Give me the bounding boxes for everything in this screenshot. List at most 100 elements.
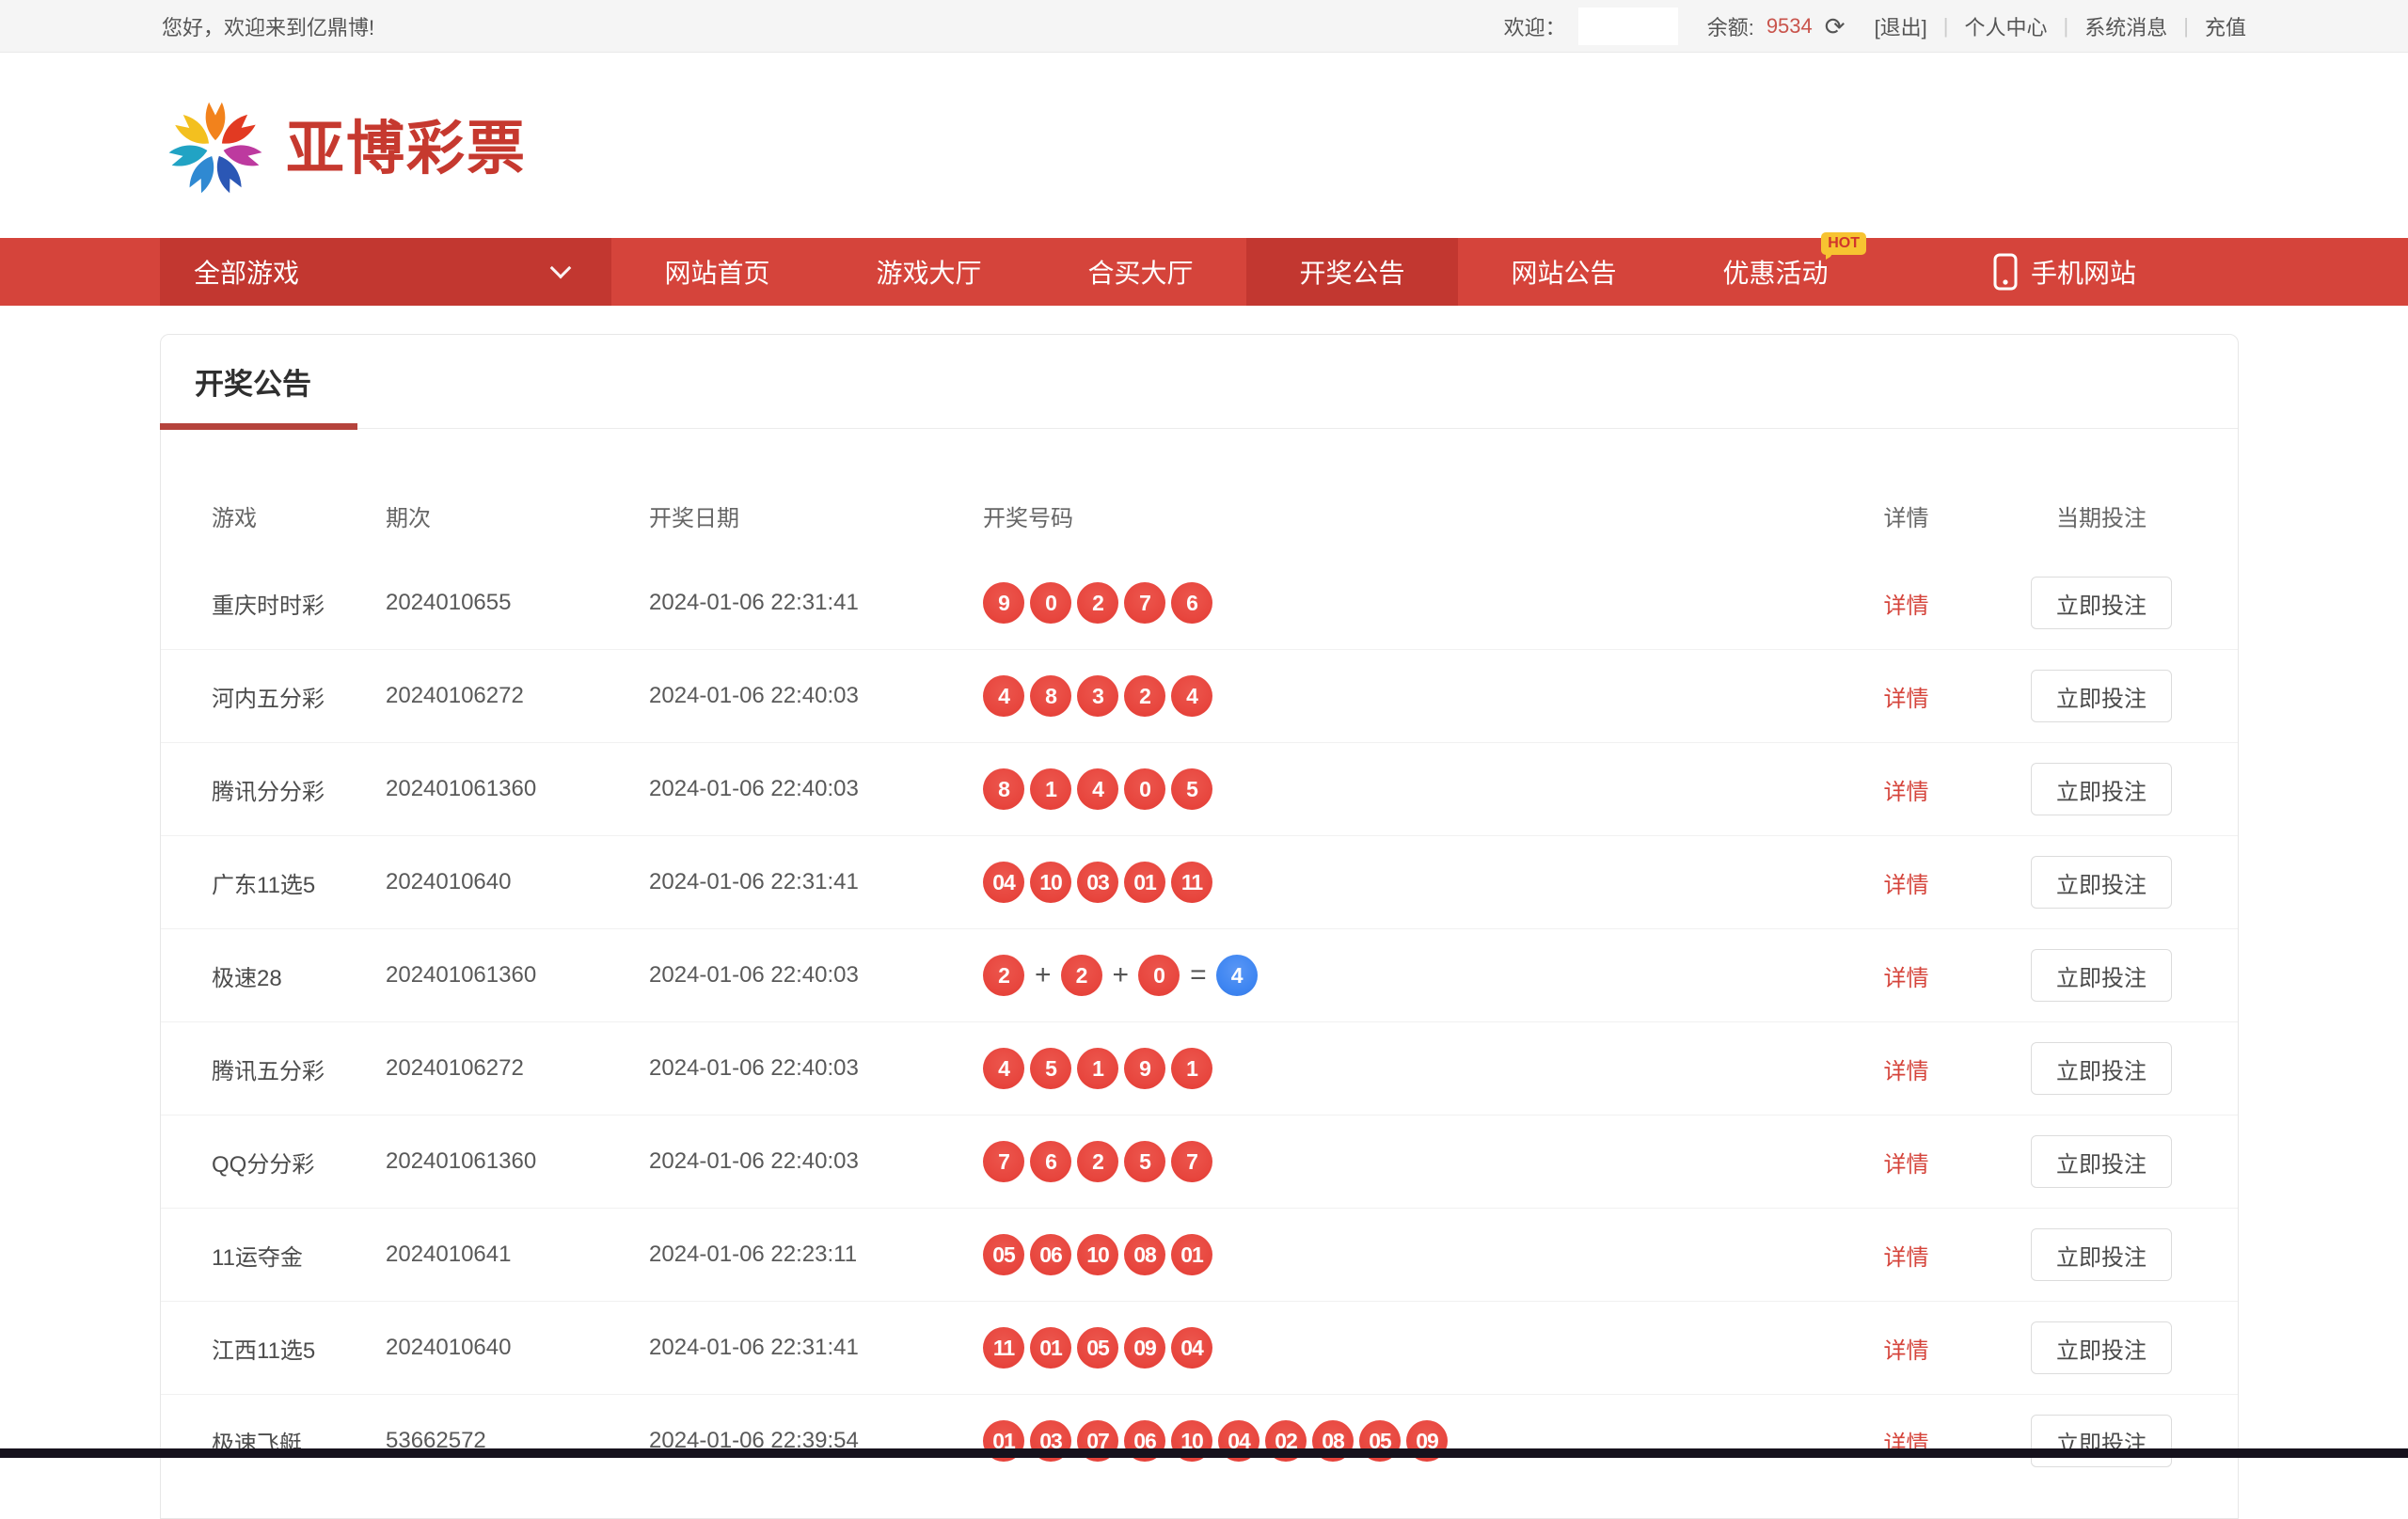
- bet-button[interactable]: 立即投注: [2031, 1042, 2172, 1095]
- detail-cell: 详情: [1829, 866, 1984, 899]
- winning-numbers: 2+2+0=4: [983, 955, 1829, 996]
- winning-numbers: 48324: [983, 675, 1829, 717]
- brand-name: 亚博彩票: [286, 120, 527, 179]
- bet-cell: 立即投注: [1984, 856, 2219, 909]
- nav-item-label: 手机网站: [2031, 253, 2136, 291]
- lottery-ball: 10: [1077, 1234, 1118, 1275]
- col-header-period: 期次: [386, 499, 649, 532]
- detail-cell: 详情: [1829, 1052, 1984, 1085]
- draw-datetime: 2024-01-06 22:31:41: [649, 869, 983, 895]
- col-header-detail: 详情: [1829, 499, 1984, 532]
- period-number: 2024010641: [386, 1242, 649, 1268]
- detail-cell: 详情: [1829, 587, 1984, 620]
- operator-sign: =: [1190, 959, 1207, 991]
- refresh-balance-icon[interactable]: ⟳: [1825, 14, 1846, 39]
- results-card: 开奖公告 游戏 期次 开奖日期 开奖号码 详情 当期投注 重庆时时彩202401…: [160, 334, 2239, 1519]
- detail-link[interactable]: 详情: [1884, 593, 1929, 619]
- all-games-dropdown[interactable]: 全部游戏: [160, 238, 611, 306]
- detail-link[interactable]: 详情: [1884, 1338, 1929, 1364]
- bet-button[interactable]: 立即投注: [2031, 670, 2172, 722]
- period-number: 20240106272: [386, 1055, 649, 1082]
- topbar-link-messages[interactable]: 系统消息: [2084, 11, 2167, 41]
- nav-item-game-hall[interactable]: 游戏大厅: [823, 238, 1035, 306]
- topbar-link-profile[interactable]: 个人中心: [1965, 11, 2048, 41]
- nav-item-label: 合买大厅: [1087, 253, 1193, 291]
- lottery-ball: 05: [983, 1234, 1024, 1275]
- col-header-game: 游戏: [212, 499, 386, 532]
- bet-cell: 立即投注: [1984, 577, 2219, 629]
- game-name: 广东11选5: [212, 866, 386, 899]
- lottery-ball: 03: [1077, 862, 1118, 903]
- lottery-ball: 09: [1124, 1327, 1165, 1369]
- nav-item-label: 开奖公告: [1299, 253, 1404, 291]
- nav-item-home[interactable]: 网站首页: [611, 238, 823, 306]
- nav-item-site-announcements[interactable]: 网站公告: [1458, 238, 1670, 306]
- lottery-ball: 1: [1077, 1048, 1118, 1089]
- detail-cell: 详情: [1829, 773, 1984, 806]
- draw-datetime: 2024-01-06 22:40:03: [649, 776, 983, 802]
- detail-link[interactable]: 详情: [1884, 966, 1929, 991]
- detail-link[interactable]: 详情: [1884, 873, 1929, 898]
- topbar-user-area: 欢迎： 余额: 9534 ⟳ [退出] | 个人中心 | 系统消息 | 充值: [1504, 8, 2246, 45]
- lottery-ball: 7: [983, 1141, 1024, 1182]
- lottery-ball: 0: [1030, 582, 1071, 624]
- game-name: 河内五分彩: [212, 680, 386, 713]
- lottery-ball: 4: [1171, 675, 1212, 717]
- table-body: 重庆时时彩20240106552024-01-06 22:31:4190276详…: [161, 557, 2238, 1487]
- draw-datetime: 2024-01-06 22:40:03: [649, 1055, 983, 1082]
- lottery-ball: 04: [1171, 1327, 1212, 1369]
- lottery-ball: 4: [983, 675, 1024, 717]
- game-name: 江西11选5: [212, 1332, 386, 1365]
- col-header-bet: 当期投注: [1984, 499, 2219, 532]
- winning-numbers: 81405: [983, 768, 1829, 810]
- detail-link[interactable]: 详情: [1884, 1152, 1929, 1178]
- lottery-ball: 01: [1124, 862, 1165, 903]
- nav-item-group-buy-hall[interactable]: 合买大厅: [1035, 238, 1246, 306]
- draw-datetime: 2024-01-06 22:40:03: [649, 683, 983, 709]
- site-header: 亚博彩票: [0, 54, 2408, 238]
- period-number: 20240106272: [386, 683, 649, 709]
- all-games-label: 全部游戏: [194, 253, 299, 291]
- game-name: 腾讯五分彩: [212, 1052, 386, 1085]
- phone-icon: [1993, 253, 2018, 291]
- period-number: 202401061360: [386, 1148, 649, 1175]
- bet-button[interactable]: 立即投注: [2031, 577, 2172, 629]
- table-row: 腾讯五分彩202401062722024-01-06 22:40:0345191…: [161, 1021, 2238, 1115]
- bottom-edge-bar: [0, 1448, 2408, 1458]
- bet-cell: 立即投注: [1984, 949, 2219, 1002]
- table-row: 腾讯分分彩2024010613602024-01-06 22:40:038140…: [161, 742, 2238, 835]
- logout-link[interactable]: [退出]: [1875, 11, 1927, 41]
- detail-link[interactable]: 详情: [1884, 1245, 1929, 1271]
- welcome-label: 欢迎：: [1504, 11, 1566, 41]
- hot-badge: HOT: [1821, 232, 1866, 255]
- brand-logo[interactable]: 亚博彩票: [160, 91, 527, 207]
- nav-item-mobile-site[interactable]: 手机网站: [1881, 238, 2248, 306]
- nav-item-label: 网站公告: [1511, 253, 1616, 291]
- bet-button[interactable]: 立即投注: [2031, 1321, 2172, 1374]
- lottery-ball: 1: [1030, 768, 1071, 810]
- detail-cell: 详情: [1829, 959, 1984, 992]
- topbar-link-deposit[interactable]: 充值: [2205, 11, 2246, 41]
- table-row: 江西11选520240106402024-01-06 22:31:4111010…: [161, 1301, 2238, 1394]
- detail-link[interactable]: 详情: [1884, 1059, 1929, 1084]
- draw-datetime: 2024-01-06 22:40:03: [649, 1148, 983, 1175]
- bet-cell: 立即投注: [1984, 1228, 2219, 1281]
- draw-datetime: 2024-01-06 22:31:41: [649, 1335, 983, 1361]
- nav-item-label: 优惠活动: [1722, 253, 1828, 291]
- bet-button[interactable]: 立即投注: [2031, 856, 2172, 909]
- bet-cell: 立即投注: [1984, 1321, 2219, 1374]
- period-number: 2024010640: [386, 1335, 649, 1361]
- detail-link[interactable]: 详情: [1884, 687, 1929, 712]
- bet-cell: 立即投注: [1984, 1042, 2219, 1095]
- bet-cell: 立即投注: [1984, 763, 2219, 815]
- divider: |: [1940, 14, 1953, 39]
- bet-button[interactable]: 立即投注: [2031, 763, 2172, 815]
- bet-button[interactable]: 立即投注: [2031, 1135, 2172, 1188]
- nav-item-lottery-announcements[interactable]: 开奖公告: [1246, 238, 1458, 306]
- bet-button[interactable]: 立即投注: [2031, 949, 2172, 1002]
- bet-button[interactable]: 立即投注: [2031, 1415, 2172, 1467]
- detail-link[interactable]: 详情: [1884, 780, 1929, 805]
- nav-item-promotions[interactable]: 优惠活动HOT: [1670, 238, 1881, 306]
- lottery-ball: 04: [983, 862, 1024, 903]
- bet-button[interactable]: 立即投注: [2031, 1228, 2172, 1281]
